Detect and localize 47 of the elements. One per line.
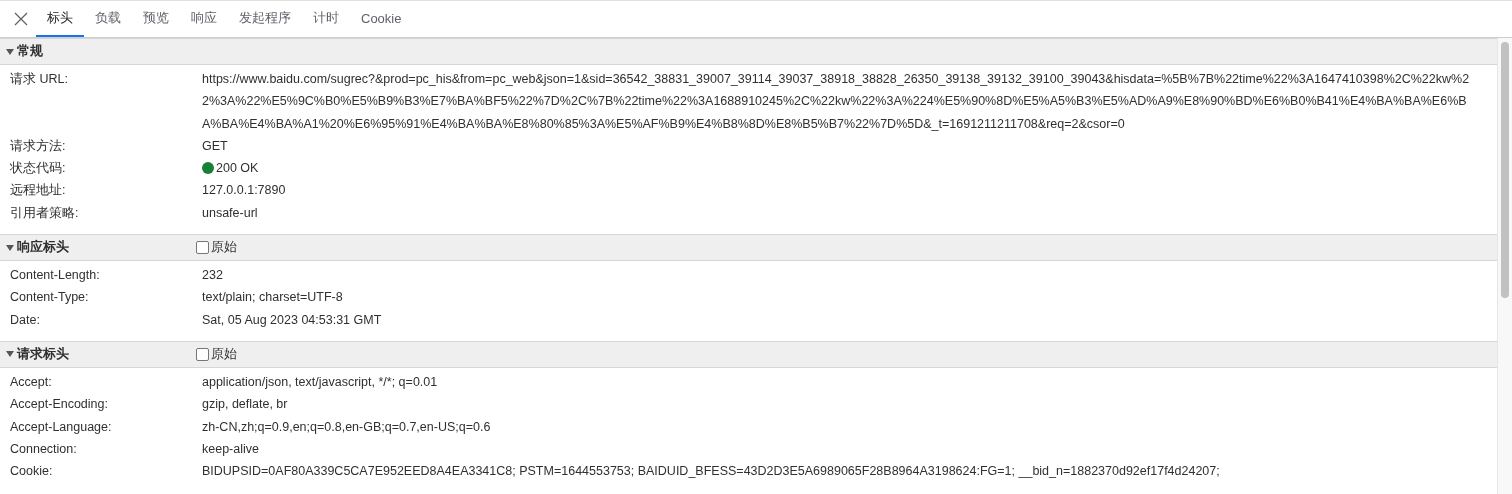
- header-name: 远程地址:: [9, 182, 67, 200]
- header-value: 127.0.0.1:7890: [202, 182, 286, 200]
- header-value: unsafe-url: [202, 204, 258, 222]
- raw-checkbox[interactable]: 原始: [196, 239, 237, 257]
- tab[interactable]: 负载: [84, 1, 132, 37]
- checkbox[interactable]: [196, 347, 209, 361]
- header-value: zh-CN,zh;q=0.9,en;q=0.8,en-GB;q=0.7,en-US;q=0.6: [202, 418, 491, 436]
- header-value: BIDUPSID=0AF80A339C5CA7E952EED8A4EA3341C8; PSTM=1644553753; BAIDUID_BFESS=43D2D3E5A6989065F28B8964A3198624:FG=1; __bid_n=1882370d92ef17f4d24207;: [202, 463, 1220, 481]
- raw-checkbox[interactable]: 原始: [196, 345, 237, 363]
- tab[interactable]: 预览: [132, 1, 180, 37]
- header-name: 引用者策略:: [9, 204, 80, 222]
- checkbox-label: 原始: [211, 345, 237, 363]
- header-value: application/json, text/javascript, */*; q=0.01: [202, 373, 438, 391]
- header-name: Date:: [9, 311, 41, 329]
- header-value: 232: [202, 267, 223, 285]
- tab[interactable]: 响应: [180, 1, 228, 37]
- header-value: gzip, deflate, br: [202, 396, 288, 414]
- tab[interactable]: Cookie: [350, 1, 413, 37]
- header-value: GET: [202, 137, 228, 155]
- header-name: Accept-Language:: [9, 418, 113, 436]
- header-name: Content-Length:: [9, 267, 101, 285]
- header-name: Accept-Encoding:: [9, 396, 109, 414]
- header-value: keep-alive: [202, 440, 259, 458]
- scrollbar-thumb[interactable]: [1501, 42, 1509, 298]
- section-toggle[interactable]: 请求标头: [0, 345, 196, 363]
- triangle-icon: [6, 47, 14, 56]
- header-name: 请求方法:: [9, 137, 67, 155]
- scrollbar[interactable]: [1497, 38, 1512, 494]
- header-name: Accept:: [9, 373, 53, 391]
- close-icon: [14, 12, 28, 26]
- checkbox[interactable]: [196, 241, 209, 255]
- header-value: https://www.baidu.com/sugrec?&prod=pc_his&from=pc_web&json=1&sid=36542_38831_39007_39114_39037_38918_38828_26350_39138_39132_39100_39043&hisdata=%5B%7B%22time%22%3A1647410398%2C%22kw%22%3A%22%E5%9C%B0%E5%B9%B3%E7%BA%BF5%22%7D%2C%7B%22time%22%3A1688910245%2C%22kw%22%3A%224%E5%90%8D%E5%A5%B3%E5%AD%A9%E8%90%BD%E6%B0%B41%E4%BA%BA%E6%BA%BA%E4%BA%A1%20%E6%95%91%E4%BA%BA%E8%80%85%3A%E5%AF%B9%E4%B8%8D%E8%B5%B7%22%7D%5D&_t=1691211211708&req=2&csor=0: [202, 71, 1471, 133]
- header-name: 请求 URL:: [9, 71, 69, 88]
- tab[interactable]: 计时: [302, 1, 350, 37]
- section-toggle[interactable]: 响应标头: [0, 239, 196, 257]
- header-name: Content-Type:: [9, 289, 90, 307]
- header-value: Sat, 05 Aug 2023 04:53:31 GMT: [202, 311, 382, 329]
- checkbox-label: 原始: [211, 239, 237, 257]
- triangle-icon: [6, 243, 14, 252]
- tab[interactable]: 发起程序: [228, 1, 302, 37]
- triangle-icon: [6, 350, 14, 359]
- header-name: 状态代码:: [9, 160, 67, 178]
- header-name: Cookie:: [9, 463, 54, 481]
- header-value: text/plain; charset=UTF-8: [202, 289, 343, 307]
- header-value: 200 OK: [216, 160, 259, 178]
- header-name: Connection:: [9, 440, 78, 458]
- section-toggle[interactable]: 常规: [0, 43, 196, 60]
